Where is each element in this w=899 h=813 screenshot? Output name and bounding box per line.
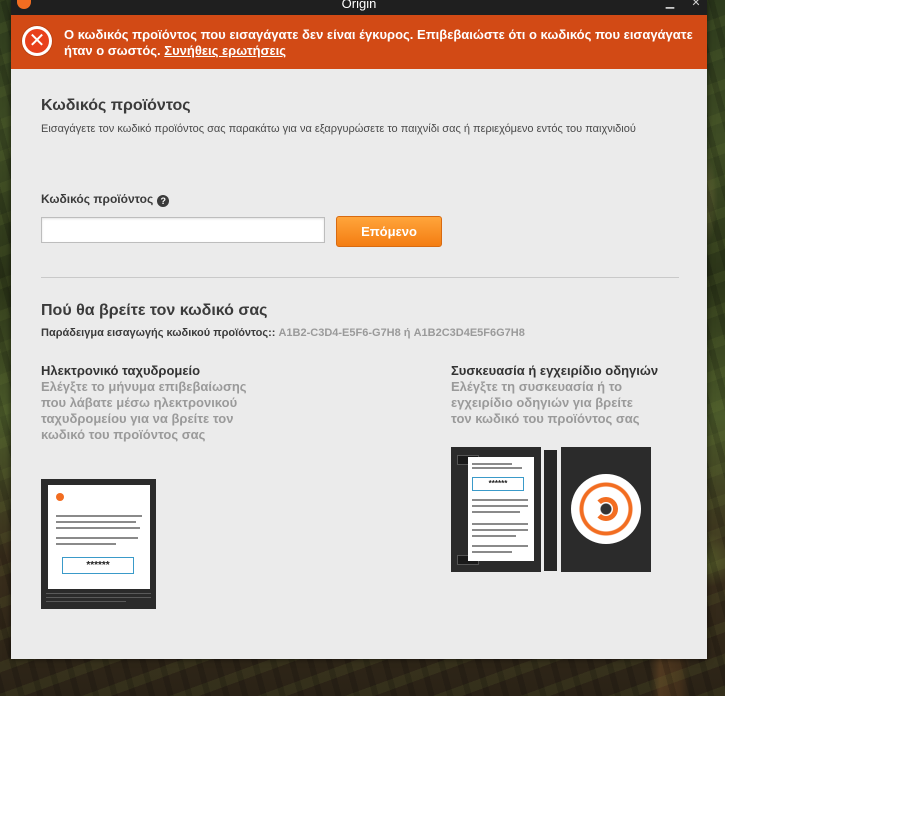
- example-codes: A1B2-C3D4-E5F6-G7H8 ή A1B2C3D4E5F6G7H8: [278, 327, 525, 339]
- email-code-box: ******: [62, 557, 134, 574]
- example-line: Παράδειγμα εισαγωγής κωδικού προϊόντος::…: [41, 327, 525, 339]
- package-illustration: ******: [451, 447, 651, 573]
- email-title: Ηλεκτρονικό ταχυδρομείο: [41, 363, 201, 378]
- product-code-input[interactable]: [41, 217, 325, 243]
- origin-small-logo-icon: [56, 493, 64, 501]
- error-banner: ✕ Ο κωδικός προϊόντος που εισαγάγατε δεν…: [11, 15, 707, 69]
- where-heading: Πού θα βρείτε τον κωδικό σας: [41, 302, 268, 319]
- product-code-label: Κωδικός προϊόντος?: [41, 192, 170, 207]
- origin-window: Origin ▁ ✕ ✕ Ο κωδικός προϊόντος που εισ…: [11, 0, 707, 659]
- help-icon[interactable]: ?: [157, 195, 170, 207]
- example-label: Παράδειγμα εισαγωγής κωδικού προϊόντος::: [41, 327, 276, 339]
- package-title: Συσκευασία ή εγχειρίδιο οδηγιών: [451, 363, 659, 378]
- title-bar[interactable]: Origin ▁ ✕: [11, 0, 707, 15]
- error-message: Ο κωδικός προϊόντος που εισαγάγατε δεν ε…: [64, 27, 694, 59]
- window-title: Origin: [341, 0, 377, 11]
- error-message-text: Ο κωδικός προϊόντος που εισαγάγατε δεν ε…: [64, 27, 693, 58]
- email-description: Ελέγξτε το μήνυμα επιβεβαίωσης που λάβατ…: [41, 379, 247, 442]
- error-icon: ✕: [22, 26, 52, 56]
- package-description: Ελέγξτε τη συσκευασία ή το εγχειρίδιο οδ…: [451, 379, 640, 426]
- package-code-box: ******: [472, 477, 524, 491]
- product-code-label-text: Κωδικός προϊόντος: [41, 192, 154, 206]
- close-icon[interactable]: ✕: [689, 0, 703, 10]
- product-code-description: Εισαγάγετε τον κωδικό προϊόντος σας παρα…: [41, 123, 636, 135]
- manual-panel: ******: [451, 447, 541, 572]
- next-button[interactable]: Επόμενο: [336, 216, 442, 247]
- faq-link[interactable]: Συνήθεις ερωτήσεις: [164, 43, 286, 58]
- origin-disc-icon: [571, 474, 641, 544]
- email-illustration: ******: [41, 479, 156, 609]
- section-divider: [41, 277, 679, 278]
- email-paper: ******: [48, 485, 150, 589]
- minimize-icon[interactable]: ▁: [663, 0, 677, 10]
- disc-panel: [561, 447, 651, 572]
- product-code-heading: Κωδικός προϊόντος: [41, 97, 191, 114]
